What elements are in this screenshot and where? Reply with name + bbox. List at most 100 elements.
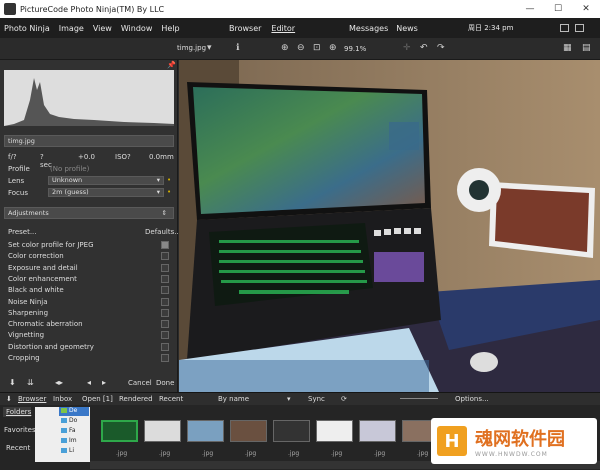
thumbnail[interactable]: [316, 420, 353, 442]
side-folders[interactable]: Folders: [6, 408, 31, 416]
thumb-size-slider[interactable]: [400, 398, 438, 399]
cancel-button[interactable]: Cancel: [128, 379, 152, 387]
zoom-actual-icon[interactable]: ⊕: [329, 43, 337, 53]
adjustment-item[interactable]: Distortion and geometry: [8, 343, 94, 351]
single-view-icon[interactable]: [560, 24, 569, 32]
watermark-h-icon: H: [437, 426, 467, 456]
tab-inbox[interactable]: Inbox: [53, 395, 72, 403]
adjustment-checkbox[interactable]: [161, 320, 169, 329]
adjustment-item[interactable]: Noise Ninja: [8, 298, 48, 306]
adjustment-item[interactable]: Exposure and detail: [8, 264, 78, 272]
adjustment-checkbox[interactable]: [161, 252, 169, 261]
adjustment-checkbox[interactable]: [161, 241, 169, 249]
title-bar: PictureCode Photo Ninja(TM) By LLC — ☐ ✕: [0, 0, 600, 18]
adjustment-checkbox[interactable]: [161, 286, 169, 295]
info-icon[interactable]: ℹ: [236, 43, 239, 53]
adjustment-item[interactable]: Vignetting: [8, 331, 44, 339]
tab-rendered[interactable]: Rendered: [119, 395, 153, 403]
side-recent[interactable]: Recent: [6, 444, 30, 452]
zoom-in-icon[interactable]: ⊕: [281, 43, 289, 53]
adjustment-item[interactable]: Set color profile for JPEG: [8, 241, 94, 249]
zoom-out-icon[interactable]: ⊖: [297, 43, 305, 53]
folder-tree[interactable]: De Do Fa Im Li: [35, 407, 90, 462]
side-favorites[interactable]: Favorites: [4, 426, 36, 434]
crosshair-icon[interactable]: ✛: [403, 43, 411, 53]
thumbnail[interactable]: [144, 420, 181, 442]
close-button[interactable]: ✕: [572, 4, 600, 14]
tab-open[interactable]: Open [1]: [82, 395, 113, 403]
chevron-down-icon[interactable]: ▾: [287, 395, 291, 403]
adjustment-checkbox[interactable]: [161, 354, 169, 362]
menu-window[interactable]: Window: [121, 24, 153, 33]
pin-icon[interactable]: 📌: [167, 61, 176, 69]
view-editor[interactable]: Editor: [271, 24, 295, 33]
menu-view[interactable]: View: [93, 24, 112, 33]
chevron-down-icon[interactable]: ▾: [207, 43, 212, 53]
adjustment-checkbox[interactable]: [161, 331, 169, 340]
adjustment-checkbox[interactable]: [161, 263, 169, 272]
folder-tree-label: Fa: [69, 427, 76, 434]
adjustment-checkbox[interactable]: [161, 342, 169, 351]
grid-icon[interactable]: ▦: [563, 43, 572, 53]
image-canvas[interactable]: [179, 60, 600, 392]
adjustment-item[interactable]: Sharpening: [8, 309, 48, 317]
app-icon: [4, 3, 16, 15]
view-browser[interactable]: Browser: [229, 24, 261, 33]
sync-button[interactable]: Sync: [308, 395, 325, 403]
compare-icon[interactable]: ◂▸: [55, 378, 63, 387]
adjustment-item[interactable]: Color correction: [8, 252, 64, 260]
folder-tree-item[interactable]: Do: [61, 417, 77, 424]
arrow-down-icon[interactable]: ⬇: [9, 378, 16, 387]
dual-view-icon[interactable]: [575, 24, 584, 32]
panel-icon[interactable]: ▤: [582, 43, 591, 53]
defaults-button[interactable]: Defaults...: [145, 228, 181, 236]
menu-photo-ninja[interactable]: Photo Ninja: [4, 24, 50, 33]
star-icon: •: [167, 176, 172, 184]
profile-value: (No profile): [50, 165, 90, 173]
folder-tree-item[interactable]: Im: [61, 437, 77, 444]
adjustment-checkbox[interactable]: [161, 297, 169, 306]
folder-tree-item[interactable]: Fa: [61, 427, 76, 434]
file-selector[interactable]: timg.jpg: [177, 44, 206, 52]
news-link[interactable]: News: [396, 24, 418, 33]
adjustment-item[interactable]: Black and white: [8, 286, 64, 294]
prev-icon[interactable]: ◂: [87, 378, 91, 387]
messages-link[interactable]: Messages: [349, 24, 388, 33]
adjustment-checkbox[interactable]: [161, 308, 169, 317]
adjustment-item[interactable]: Color enhancement: [8, 275, 77, 283]
rotate-left-icon[interactable]: ↶: [420, 43, 428, 53]
menu-image[interactable]: Image: [59, 24, 84, 33]
refresh-icon[interactable]: ⟳: [341, 395, 347, 403]
tab-recent[interactable]: Recent: [159, 395, 183, 403]
done-button[interactable]: Done: [156, 379, 174, 387]
rotate-right-icon[interactable]: ↷: [437, 43, 445, 53]
thumbnail[interactable]: [359, 420, 396, 442]
folder-tree-item[interactable]: Li: [61, 447, 74, 454]
tab-browser[interactable]: Browser: [18, 395, 46, 403]
adjustment-checkbox[interactable]: [161, 274, 169, 283]
arrow-down-star-icon[interactable]: ⇊: [27, 378, 34, 387]
focus-select[interactable]: 2m (guess) ▾: [48, 188, 164, 197]
exif-row: f/? ? sec +0.0 ISO? 0.0mm: [8, 153, 174, 169]
options-button[interactable]: Options...: [455, 395, 489, 403]
adjustment-item[interactable]: Chromatic aberration: [8, 320, 83, 328]
folder-tree-item[interactable]: De: [61, 407, 77, 414]
adjustment-item[interactable]: Cropping: [8, 354, 40, 362]
exif-iso: ISO?: [115, 153, 131, 161]
fit-icon[interactable]: ⊡: [313, 43, 321, 53]
lens-select[interactable]: Unknown ▾: [48, 176, 164, 185]
thumbnail[interactable]: [230, 420, 267, 442]
chevron-down-icon[interactable]: ⬇: [6, 395, 12, 403]
menu-help[interactable]: Help: [161, 24, 179, 33]
next-icon[interactable]: ▸: [102, 378, 106, 387]
sort-select[interactable]: By name: [218, 395, 249, 403]
thumbnail-label: .jpg: [331, 450, 343, 457]
minimize-button[interactable]: —: [516, 4, 544, 14]
adjustments-dropdown[interactable]: Adjustments ⇕: [4, 207, 174, 219]
maximize-button[interactable]: ☐: [544, 4, 572, 14]
star-icon: •: [167, 188, 172, 196]
thumbnail[interactable]: [101, 420, 138, 442]
thumbnail[interactable]: [273, 420, 310, 442]
preset-button[interactable]: Preset...: [8, 228, 37, 236]
thumbnail[interactable]: [187, 420, 224, 442]
